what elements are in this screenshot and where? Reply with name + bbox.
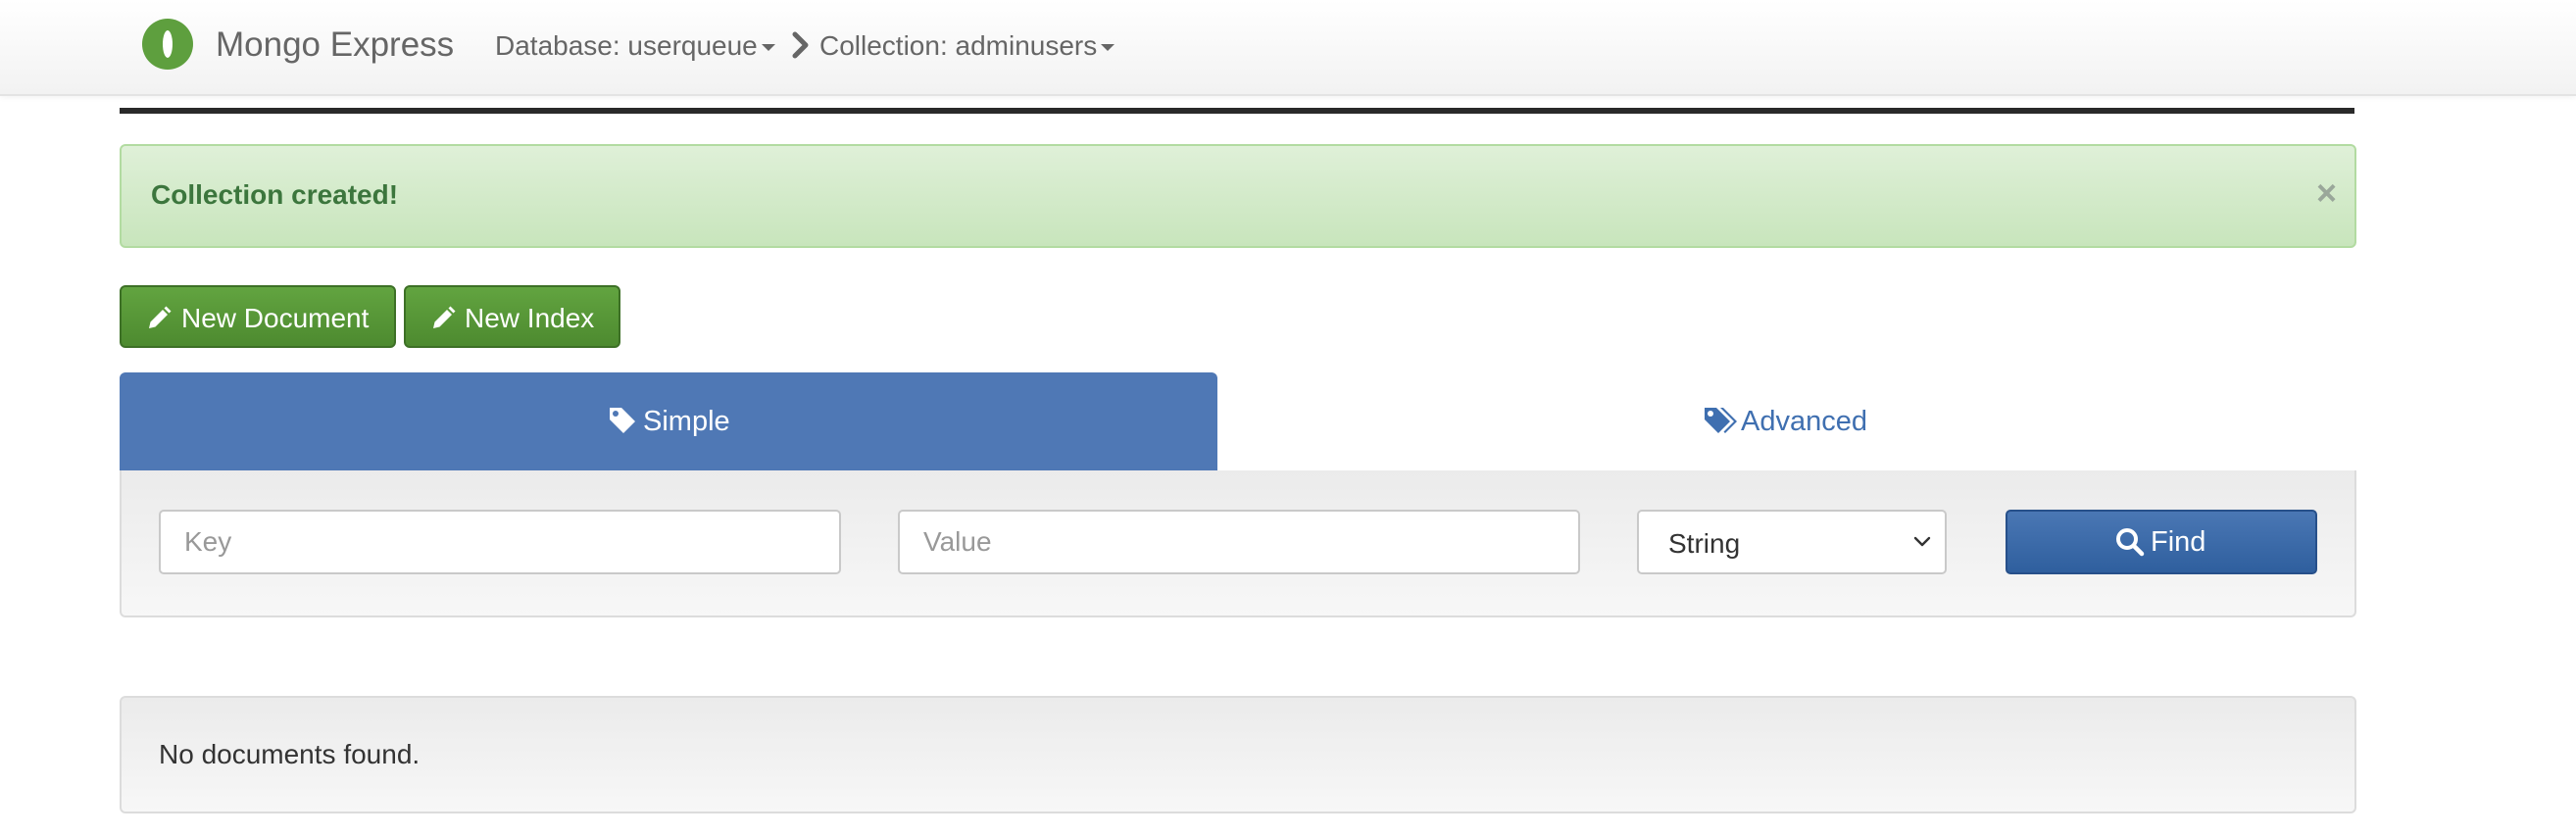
mongodb-leaf-icon[interactable]: [142, 19, 193, 70]
chevron-down-icon: [1913, 536, 1931, 547]
database-dropdown[interactable]: Database: userqueue: [495, 29, 775, 63]
results-panel: No documents found.: [120, 696, 2356, 813]
find-label: Find: [2151, 526, 2206, 558]
alert-message: Collection created!: [151, 179, 399, 210]
chevron-right-icon: [792, 31, 809, 59]
tab-simple[interactable]: Simple: [120, 372, 1217, 470]
find-button[interactable]: Find: [2006, 510, 2317, 574]
tab-advanced-label: Advanced: [1741, 406, 1867, 437]
tag-icon: [610, 408, 635, 433]
header-divider: [120, 108, 2354, 114]
collection-dropdown-label: Collection: adminusers: [819, 30, 1098, 61]
close-icon[interactable]: ×: [2316, 173, 2337, 213]
caret-down-icon: [1101, 44, 1115, 52]
database-dropdown-label: Database: userqueue: [495, 30, 758, 61]
value-input[interactable]: [898, 510, 1580, 574]
new-document-label: New Document: [181, 303, 370, 333]
pencil-icon: [433, 306, 456, 328]
tags-icon: [1705, 408, 1737, 433]
collection-dropdown[interactable]: Collection: adminusers: [819, 29, 1115, 63]
top-navbar: Mongo Express Database: userqueue Collec…: [0, 0, 2576, 96]
simple-search-panel: String Find: [120, 470, 2356, 617]
search-icon: [2116, 528, 2145, 557]
tab-simple-label: Simple: [643, 406, 730, 437]
empty-results-message: No documents found.: [159, 739, 421, 769]
key-input[interactable]: [159, 510, 841, 574]
new-document-button[interactable]: New Document: [120, 285, 396, 348]
type-select[interactable]: String: [1637, 510, 1947, 574]
pencil-icon: [149, 306, 172, 328]
new-index-label: New Index: [465, 303, 595, 333]
tab-advanced[interactable]: Advanced: [1217, 372, 2354, 470]
type-select-value: String: [1668, 528, 1741, 559]
brand-link[interactable]: Mongo Express: [216, 25, 454, 65]
caret-down-icon: [761, 44, 775, 52]
new-index-button[interactable]: New Index: [404, 285, 620, 348]
success-alert: Collection created! ×: [120, 144, 2356, 248]
